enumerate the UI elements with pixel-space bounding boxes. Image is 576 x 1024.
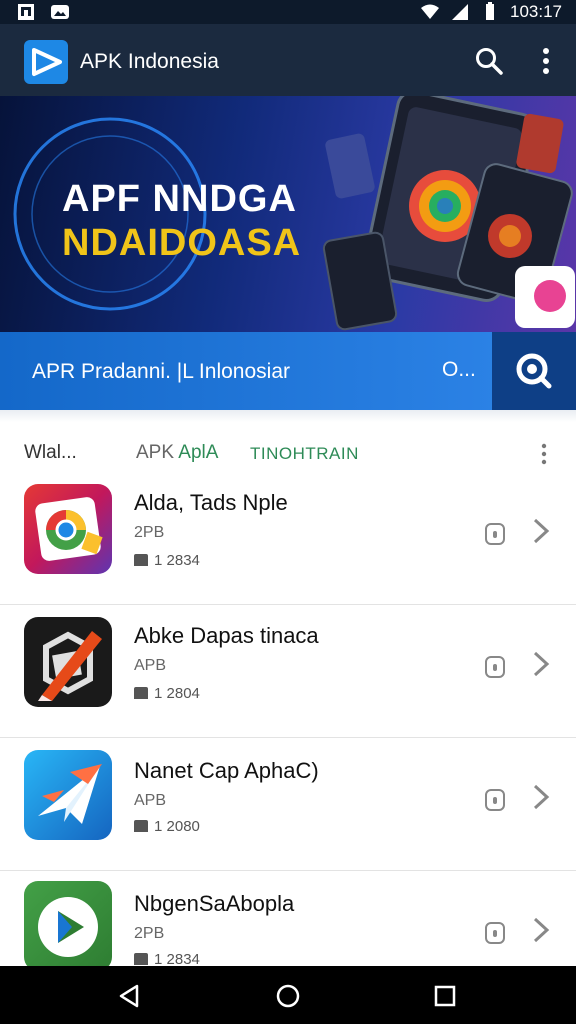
lock-icon [485,523,505,545]
tab-what[interactable]: Wlal... [24,442,77,464]
pen-tool-app-icon [24,617,112,707]
search-text[interactable]: APR Pradanni. |L Inlonosiar [32,360,290,384]
category-tabs: Wlal... APK AplA TINOHTRAIN [0,436,576,472]
chevron-right-icon[interactable] [530,782,552,812]
tab-apk-label: APK [136,442,175,463]
recents-icon[interactable] [431,982,459,1010]
promo-banner[interactable]: APF NNDGA NDAIDOASA [0,96,576,332]
chevron-right-icon[interactable] [530,649,552,679]
status-bar: 103:17 [0,0,576,24]
app-logo-icon [24,40,68,84]
list-item[interactable]: Abke Dapas tinaca APB 1 2804 [0,605,576,738]
phone-illustration [322,96,575,331]
lock-icon [485,656,505,678]
tab-apla-label: AplA [178,442,219,463]
system-nav-bar [0,966,576,1024]
app-name: Nanet Cap AphaC) [134,758,319,783]
app-name: Alda, Tads Nple [134,490,288,515]
paper-plane-app-icon [24,750,112,840]
search-bar[interactable]: APR Pradanni. |L Inlonosiar O... [0,332,576,410]
app-name: Abke Dapas tinaca [134,623,319,648]
signal-icon [452,4,468,20]
app-size: 2PB [134,524,165,541]
app-downloads: 1 2804 [134,685,200,702]
play-app-icon [24,881,112,971]
search-button[interactable] [492,332,576,410]
app-name: NbgenSaAbopla [134,891,295,916]
app-bar: APK Indonesia [0,24,576,96]
banner-subheadline: NDAIDOASA [62,222,302,264]
gallery-notification-icon [51,5,69,19]
tab-apk-aplikasi[interactable]: APK AplA [136,442,218,464]
app-size: 2PB [134,925,165,942]
download-icon [134,820,148,832]
battery-icon [486,2,494,20]
chrome-style-app-icon [24,484,112,574]
chevron-right-icon[interactable] [530,915,552,945]
search-more[interactable]: O... [442,358,476,382]
back-icon[interactable] [115,982,143,1010]
download-icon [134,687,148,699]
search-icon [516,353,552,389]
app-downloads: 1 2834 [134,552,200,569]
download-icon [134,554,148,566]
app-title: APK Indonesia [80,50,219,73]
search-icon[interactable] [474,46,504,76]
wifi-icon [421,4,439,19]
app-size: APB [134,657,167,674]
banner-headline: APF NNDGA [62,178,297,220]
tab-trending[interactable]: TINOHTRAIN [250,444,359,464]
chevron-right-icon[interactable] [530,516,552,546]
lock-icon [485,922,505,944]
status-time: 103:17 [510,2,562,21]
app-downloads: 1 2080 [134,818,200,835]
image-notification-icon [18,4,34,20]
download-icon [134,953,148,965]
tabs-more-icon[interactable] [534,442,554,466]
overflow-menu-icon[interactable] [534,46,558,76]
app-size: APB [134,792,167,809]
list-item[interactable]: Alda, Tads Nple 2PB 1 2834 [0,472,576,605]
section-divider [0,410,576,422]
list-item[interactable]: Nanet Cap AphaC) APB 1 2080 [0,738,576,871]
home-icon[interactable] [274,982,302,1010]
lock-icon [485,789,505,811]
